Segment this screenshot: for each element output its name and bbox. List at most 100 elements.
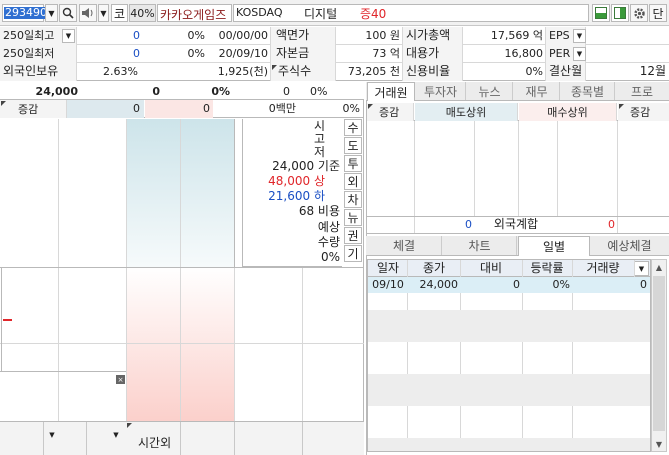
vtab-5[interactable]: 뉴 (344, 209, 362, 226)
price-change: 0 (152, 85, 160, 98)
after-hours-dropdown-2[interactable]: ▼ (111, 430, 121, 440)
close-icon[interactable]: × (116, 375, 125, 384)
upper-limit: 48,000 상 (268, 174, 325, 188)
fiscal-month-label: 결산월 (549, 64, 583, 78)
par-value-label: 액면가 (276, 28, 310, 42)
tab-brokers[interactable]: 거래원 (367, 82, 415, 101)
vtab-7[interactable]: 기 (344, 245, 362, 262)
low-250-label: 250일최저 (3, 47, 55, 60)
foreign-hold-shares: 1,925(천) (217, 65, 268, 78)
col-change: 대비 (479, 261, 503, 275)
lower-limit: 21,600 하 (268, 189, 325, 203)
col-volume: 거래량 (586, 261, 620, 275)
single-button[interactable]: 단 (649, 4, 667, 22)
scroll-down-icon[interactable]: ▼ (652, 437, 666, 451)
sector-label: 디지털 (304, 7, 338, 21)
row-date: 09/10 (372, 278, 404, 291)
tab-program[interactable]: 프로 (616, 82, 668, 100)
tab-news[interactable]: 뉴스 (467, 82, 513, 100)
tab-executions[interactable]: 체결 (367, 236, 442, 255)
tab-daily[interactable]: 일별 (518, 236, 590, 256)
high-250-dropdown[interactable]: ▼ (62, 29, 75, 43)
foreign-sell: 0 (465, 218, 472, 231)
expected-label: 예상 (317, 220, 340, 234)
vtab-3[interactable]: 외 (344, 173, 362, 190)
credit-ratio-label: 신용비율 (406, 64, 451, 78)
vtab-6[interactable]: 권 (344, 227, 362, 244)
foreign-hold-pct: 2.63% (103, 65, 138, 78)
per-value (588, 46, 666, 62)
diff-label: 증감 (18, 103, 39, 116)
amount-pct: 0% (342, 102, 360, 115)
vtab-4[interactable]: 차 (344, 191, 362, 208)
layout-icon-1[interactable] (592, 4, 610, 22)
eps-label: EPS (549, 29, 570, 42)
margin-badge: 40% (129, 4, 156, 22)
after-hours-dropdown-1[interactable]: ▼ (47, 430, 57, 440)
tab-by-stock[interactable]: 종목별 (561, 82, 615, 100)
change-pct: 0% (211, 85, 230, 98)
foreign-hold-label: 외국인보유 (3, 64, 59, 78)
tab-financials[interactable]: 재무 (514, 82, 560, 100)
diff-header: 증감 (0, 100, 67, 118)
market-badge: 코 (111, 4, 128, 22)
low-250-value: 0 (133, 47, 140, 60)
expected-pct: 0% (320, 250, 340, 264)
stock-name: 카카오게임즈 (160, 8, 227, 22)
vtab-0[interactable]: 수 (344, 119, 362, 136)
sell-top-header: 매도상위 (415, 103, 518, 121)
gear-icon[interactable] (630, 4, 648, 22)
eps-value (588, 28, 666, 44)
volume-ratio: 0% (310, 85, 328, 98)
stock-code-input[interactable]: 293490 (2, 4, 48, 22)
price-marker (3, 319, 12, 321)
search-icon[interactable] (59, 4, 77, 22)
code-dropdown-icon[interactable]: ▼ (45, 4, 58, 22)
tab-investors[interactable]: 투자자 (416, 82, 466, 100)
high-250-pct: 0% (187, 29, 205, 42)
vtab-2[interactable]: 투 (344, 155, 362, 172)
market-label: KOSDAQ (236, 6, 283, 19)
col-rate: 등락률 (530, 261, 564, 275)
scroll-thumb[interactable] (653, 276, 665, 431)
par-value: 100 원 (365, 29, 400, 42)
fiscal-month: 12월 (639, 64, 666, 78)
tab-chart[interactable]: 차트 (443, 236, 517, 255)
speaker-dropdown-icon[interactable]: ▼ (98, 4, 109, 22)
layout-icon-2[interactable] (611, 4, 629, 22)
low-250-pct: 0% (187, 47, 205, 60)
stock-name-field[interactable]: 카카오게임즈 (157, 4, 232, 22)
high-250-date: 00/00/00 (218, 29, 268, 42)
margin-tag: 증40 (360, 7, 387, 21)
eps-dropdown[interactable]: ▼ (573, 29, 586, 43)
buy-top-header: 매수상위 (519, 103, 617, 121)
per-label: PER (549, 47, 571, 60)
capital-value: 73 억 (372, 47, 400, 60)
shares-label: 주식수 (271, 64, 311, 80)
high-250-value: 0 (133, 29, 140, 42)
high-250-label: 250일최고 (3, 29, 55, 42)
scroll-up-icon[interactable]: ▲ (652, 260, 666, 274)
market-cap: 17,569 억 (490, 29, 543, 42)
base-price: 24,000 기준 (272, 159, 340, 173)
credit-ratio: 0% (525, 65, 543, 78)
volume-dropdown[interactable]: ▼ (634, 261, 649, 276)
market-cap-label: 시가총액 (406, 28, 451, 42)
trade-volume: 0 (283, 85, 290, 98)
col-close: 종가 (422, 261, 446, 275)
vtab-1[interactable]: 도 (344, 137, 362, 154)
tab-expected[interactable]: 예상체결 (591, 236, 668, 255)
speaker-icon[interactable] (79, 4, 97, 22)
per-dropdown[interactable]: ▼ (573, 47, 586, 61)
row-change: 0 (513, 278, 520, 291)
row-rate: 0% (552, 278, 570, 291)
substitute-price-label: 대용가 (406, 46, 440, 60)
cost: 68 비용 (298, 204, 340, 218)
low-250-date: 20/09/10 (218, 47, 268, 60)
shares-value: 73,205 천 (347, 65, 400, 78)
foreign-total-label: 외국계합 (493, 217, 539, 231)
expected-qty-label: 수량 (317, 235, 340, 249)
ask-sum: 0 (133, 102, 140, 115)
amount-million: 0백만 (268, 102, 296, 115)
stock-code-text: 293490 (4, 6, 48, 19)
